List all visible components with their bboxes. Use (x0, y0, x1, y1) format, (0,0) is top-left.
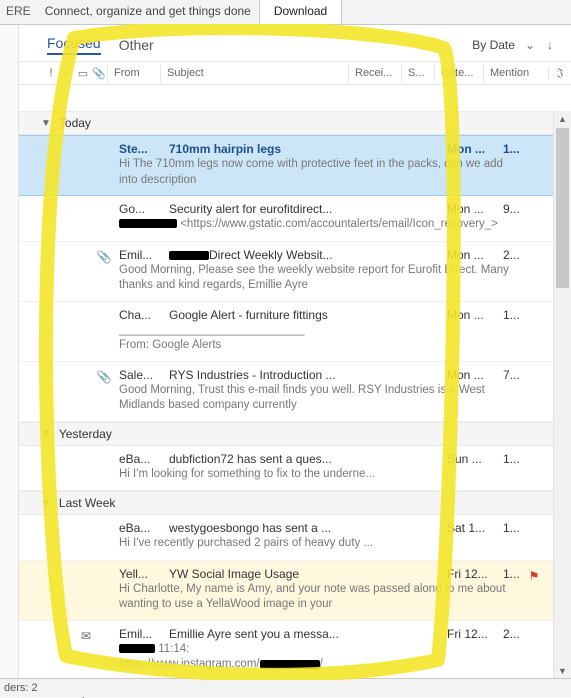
message-preview: <https://www.gstatic.com/accountalerts/e… (119, 217, 523, 233)
message-preview: Good Morning, Trust this e-mail finds yo… (119, 383, 523, 413)
message-row[interactable]: eBa... westygoesbongo has sent a ... Sat… (19, 515, 553, 561)
vertical-scrollbar[interactable]: ▲ ▼ (553, 111, 571, 680)
message-subject: Security alert for eurofitdirect... (169, 202, 441, 216)
message-preview: Hi I've recently purchased 2 pairs of he… (119, 536, 523, 552)
message-date: Fri 12... (447, 567, 503, 581)
group-lastweek[interactable]: ▼ Last Week (19, 491, 553, 515)
message-date: Mon ... (447, 248, 503, 262)
message-subject: Emillie Ayre sent you a messa... (169, 627, 441, 641)
message-from: eBa... (119, 452, 163, 466)
importance-icon[interactable]: ! (43, 67, 59, 79)
group-label: Today (59, 116, 91, 130)
message-subject: westygoesbongo has sent a ... (169, 521, 441, 535)
inbox-tabs: Focused Other By Date ⌄ ↓ (19, 25, 571, 61)
group-label: Yesterday (59, 427, 112, 441)
scroll-up-icon[interactable]: ▲ (554, 111, 571, 128)
message-subject: 710mm hairpin legs (169, 142, 441, 156)
sort-by-date[interactable]: By Date (472, 38, 515, 52)
message-size: 1... (503, 452, 523, 466)
message-from: Sale... (119, 368, 163, 382)
column-size[interactable]: S... (401, 64, 434, 82)
column-from[interactable]: From (107, 64, 160, 82)
scroll-thumb[interactable] (556, 128, 569, 288)
app-label: ERE (0, 0, 37, 24)
tagline-text: Connect, organize and get things done (37, 0, 259, 24)
message-preview: Hi I'm looking for something to fix to t… (119, 467, 523, 483)
folder-count: ders: 2 (4, 682, 38, 694)
message-size: 1... (503, 142, 523, 156)
column-headers: ! ☆ ▭ 📎 From Subject Recei... S... Cate.… (19, 61, 571, 85)
status-bar: ders: 2 (0, 678, 571, 697)
message-list: ▼ Today Ste... 710mm hairpin legs Mon ..… (19, 111, 553, 698)
message-from: Go... (119, 202, 163, 216)
message-preview: 11:14: https://www.instagram.com// (119, 642, 523, 672)
column-mention[interactable]: Mention (483, 64, 548, 82)
sort-arrow-icon[interactable]: ↓ (547, 38, 553, 52)
tab-focused[interactable]: Focused (47, 35, 101, 55)
message-from: Yell... (119, 567, 163, 581)
download-button[interactable]: Download (259, 0, 342, 24)
group-today[interactable]: ▼ Today (19, 111, 553, 135)
attachment-icon: 📎 (95, 250, 113, 264)
bell-icon[interactable]: ☆ (59, 67, 75, 80)
message-from: Cha... (119, 308, 163, 322)
message-preview: Hi The 710mm legs now come with protecti… (119, 157, 523, 187)
message-subject: RYS Industries - Introduction ... (169, 368, 441, 382)
message-subject: Direct Weekly Websit... (169, 248, 441, 262)
message-date: Fri 12... (447, 627, 503, 641)
message-subject: Google Alert - furniture fittings (169, 308, 441, 322)
message-size: 7... (503, 368, 523, 382)
message-size: 1... (503, 521, 523, 535)
message-preview: Hi Charlotte, My name is Amy, and your n… (119, 582, 523, 612)
attachment-icon: 📎 (95, 370, 113, 384)
chevron-down-icon: ▼ (41, 498, 51, 509)
chevron-down-icon: ▼ (41, 118, 51, 129)
left-gutter (0, 25, 19, 698)
message-preview: Good Morning, Please see the weekly webs… (119, 263, 523, 293)
attachment-icon[interactable]: 📎 (91, 67, 107, 80)
message-subject: YW Social Image Usage (169, 567, 441, 581)
group-yesterday[interactable]: ▼ Yesterday (19, 422, 553, 446)
message-preview: _____________________________From: Googl… (119, 323, 523, 353)
message-size: 2... (503, 627, 523, 641)
column-categories[interactable]: Cate... (434, 64, 483, 82)
column-subject[interactable]: Subject (160, 64, 348, 82)
message-row[interactable]: 📎 Sale... RYS Industries - Introduction … (19, 362, 553, 422)
message-size: 1... (503, 308, 523, 322)
group-label: Last Week (59, 496, 115, 510)
message-from: Ste... (119, 142, 163, 156)
message-from: Emil... (119, 627, 163, 641)
message-row[interactable]: eBa... dubfiction72 has sent a ques... S… (19, 446, 553, 492)
icon-header[interactable]: ▭ (75, 67, 91, 80)
message-row[interactable]: Go... Security alert for eurofitdirect..… (19, 196, 553, 242)
message-size: 2... (503, 248, 523, 262)
message-row[interactable]: Cha... Google Alert - furniture fittings… (19, 302, 553, 362)
tab-other[interactable]: Other (119, 37, 154, 53)
message-size: 9... (503, 202, 523, 216)
message-date: Mon ... (447, 368, 503, 382)
message-date: Mon ... (447, 308, 503, 322)
message-row[interactable]: Ste... 710mm hairpin legs Mon ... 1... H… (19, 135, 553, 196)
message-row[interactable]: Yell... YW Social Image Usage Fri 12... … (19, 561, 553, 621)
column-received[interactable]: Recei... (348, 64, 401, 82)
message-from: eBa... (119, 521, 163, 535)
ribbon-bar: ERE Connect, organize and get things don… (0, 0, 571, 25)
message-subject: dubfiction72 has sent a ques... (169, 452, 441, 466)
chevron-down-icon: ▼ (41, 428, 51, 439)
envelope-icon: ✉ (77, 629, 95, 643)
filter-icon[interactable]: 𝔍 (548, 67, 571, 80)
message-date: Sat 1... (447, 521, 503, 535)
message-from: Emil... (119, 248, 163, 262)
chevron-down-icon[interactable]: ⌄ (525, 38, 535, 52)
message-size: 1... (503, 567, 523, 581)
flag-icon[interactable]: ⚑ (523, 567, 545, 612)
message-date: Mon ... (447, 202, 503, 216)
message-row[interactable]: 📎 Emil... Direct Weekly Websit... Mon ..… (19, 242, 553, 302)
scroll-track[interactable] (554, 128, 571, 663)
message-date: Sun ... (447, 452, 503, 466)
message-row[interactable]: ✉ Emil... Emillie Ayre sent you a messa.… (19, 621, 553, 681)
message-date: Mon ... (447, 142, 503, 156)
